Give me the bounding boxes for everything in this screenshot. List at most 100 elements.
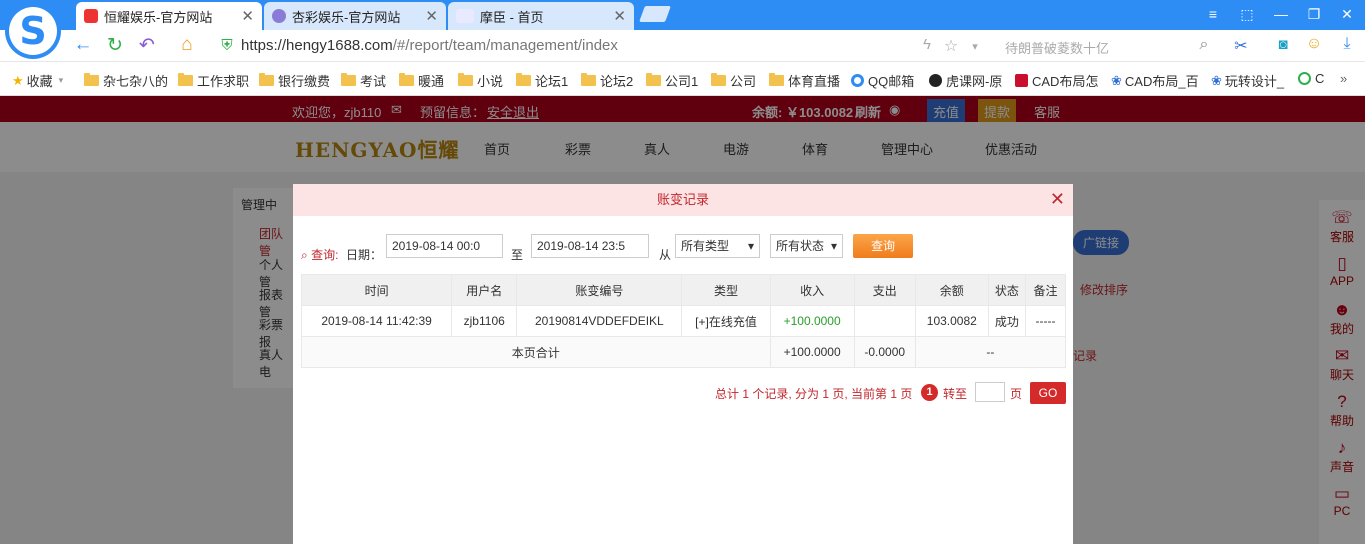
tab-close-icon[interactable]: ✕ [241,7,254,25]
reload-icon[interactable]: ↻ [104,34,126,57]
cad-icon [1015,74,1028,87]
bookmark-folder[interactable]: 小说 [458,71,503,90]
page-input[interactable] [975,382,1005,402]
search-input[interactable]: 待朗普破菱数十亿 [1005,38,1109,57]
folder-icon [646,73,661,86]
download-icon[interactable]: ⤓ [1336,35,1358,53]
folder-icon [341,73,356,86]
menu-icon[interactable]: ≡ [1203,6,1223,22]
bookmark-folder[interactable]: 体育直播 [769,71,840,90]
account-change-modal: 账变记录 ✕ ⌕ 查询: 日期： 2019-08-14 00:0 至 2019-… [293,184,1073,544]
tab-title: 摩臣 - 首页 [480,9,544,25]
chevron-down-icon[interactable]: ▾ [964,40,986,53]
restore-icon[interactable]: ❐ [1304,6,1324,23]
tab-close-icon[interactable]: ✕ [425,7,438,25]
go-button[interactable]: GO [1030,382,1066,404]
more-icon[interactable]: ☺ [1303,35,1325,53]
ext-icon[interactable]: ◙ [1272,36,1294,53]
page-number-button[interactable]: 1 [921,384,938,401]
more-bookmarks-icon[interactable]: » [1340,71,1347,86]
query-label: ⌕ 查询: [301,248,339,262]
browser-logo[interactable]: S [5,3,61,59]
qqmail-icon [851,74,864,87]
tab-title: 恒耀娱乐-官方网站 [104,9,213,25]
undo-icon[interactable]: ↶ [136,34,158,57]
tab-mochen[interactable]: 摩臣 - 首页 ✕ [448,2,634,30]
col-header: 支出 [853,274,916,306]
col-header: 时间 [300,274,453,306]
query-button[interactable]: 查询 [853,234,913,258]
hukewang-icon [929,74,942,87]
bookmark-folder[interactable]: 工作求职 [178,71,249,90]
site-favicon-icon [272,9,286,23]
cell-time: 2019-08-14 11:42:39 [300,305,453,337]
bookmark-c[interactable]: C [1298,71,1324,86]
skin-icon[interactable]: ⬚ [1237,6,1257,23]
folder-icon [711,73,726,86]
page-unit-label: 页 [1010,387,1023,401]
chevron-down-icon: ▾ [830,239,837,253]
bookmark-hukewang[interactable]: 虎课网-原 [929,71,1002,90]
col-header: 账变编号 [516,274,683,306]
subtotal-row: 本页合计 +100.0000 -0.0000 -- [301,336,1067,368]
tab-close-icon[interactable]: ✕ [613,7,626,25]
search-icon: ⌕ [301,248,308,262]
folder-icon [399,73,414,86]
cell-balance: 103.0082 [914,305,989,337]
tab-xingcai[interactable]: 杏彩娱乐-官方网站 ✕ [264,2,446,30]
bookmark-folder[interactable]: 公司 [711,71,756,90]
close-icon[interactable]: ✕ [1050,190,1065,208]
tab-title: 杏彩娱乐-官方网站 [292,9,401,25]
bookmark-design[interactable]: ❀ 玩转设计_ [1211,71,1284,90]
tab-hengyao[interactable]: 恒耀娱乐-官方网站 ✕ [76,2,262,30]
url-field[interactable]: https://hengy1688.com/#/report/team/mana… [241,37,618,54]
col-header: 余额 [914,274,989,306]
bookmark-favorites[interactable]: ★ 收藏 ▾ [12,71,63,90]
minimize-icon[interactable]: — [1271,6,1291,22]
type-select[interactable]: 所有类型 ▾ [675,234,760,258]
from-label: 从 [659,248,672,262]
lightning-icon[interactable]: ϟ [916,36,938,53]
new-tab-button[interactable] [639,6,671,22]
cell-income: +100.0000 [769,305,855,337]
bookmark-folder[interactable]: 暖通 [399,71,444,90]
date-from-input[interactable]: 2019-08-14 00:0 [386,234,503,258]
home-icon[interactable]: ⌂ [176,34,198,56]
date-label: 日期： [346,248,383,262]
browser-tab-bar: 恒耀娱乐-官方网站 ✕ 杏彩娱乐-官方网站 ✕ 摩臣 - 首页 ✕ ≡ ⬚ — … [0,0,1365,30]
search-icon[interactable]: ⌕ [1193,36,1215,54]
folder-icon [84,73,99,86]
status-select[interactable]: 所有状态 ▾ [770,234,843,258]
col-header: 用户名 [451,274,518,306]
bookmark-cad1[interactable]: CAD布局怎 [1015,71,1098,90]
bookmark-qqmail[interactable]: QQ邮箱 [851,71,914,90]
col-header: 收入 [769,274,855,306]
bookmark-folder[interactable]: 杂七杂八的 [84,71,168,90]
star-icon: ★ [12,72,24,88]
baidu-paw-icon: ❀ [1211,72,1222,88]
secure-shield-icon: ⛨ [221,37,233,54]
bookmarks-bar: ★ 收藏 ▾ 杂七杂八的 工作求职 银行缴费 考试 暖通 小说 论坛1 论坛2 公司… [0,62,1365,96]
bookmark-folder[interactable]: 论坛2 [581,71,633,90]
cell-expense [853,305,916,337]
subtotal-rest: -- [914,336,1067,368]
pager-summary: 总计 1 个记录, 分为 1 页, 当前第 1 页 [715,387,913,401]
date-to-input[interactable]: 2019-08-14 23:5 [531,234,649,258]
back-icon[interactable]: ← [72,34,94,56]
subtotal-income: +100.0000 [769,336,855,368]
cell-type: [+]在线充值 [681,305,771,337]
star-icon[interactable]: ☆ [940,36,962,56]
subtotal-expense: -0.0000 [853,336,916,368]
bookmark-folder[interactable]: 银行缴费 [259,71,330,90]
bookmark-cad2[interactable]: ❀ CAD布局_百 [1111,71,1199,90]
bookmark-folder[interactable]: 公司1 [646,71,698,90]
site-favicon-icon [456,9,474,23]
subtotal-label: 本页合计 [301,336,771,368]
bookmark-folder[interactable]: 论坛1 [516,71,568,90]
bookmark-folder[interactable]: 考试 [341,71,386,90]
col-header: 备注 [1024,274,1067,306]
scissors-icon[interactable]: ✂ [1230,36,1252,56]
folder-icon [259,73,274,86]
site-favicon-icon [84,9,98,23]
close-window-icon[interactable]: ✕ [1337,6,1357,23]
